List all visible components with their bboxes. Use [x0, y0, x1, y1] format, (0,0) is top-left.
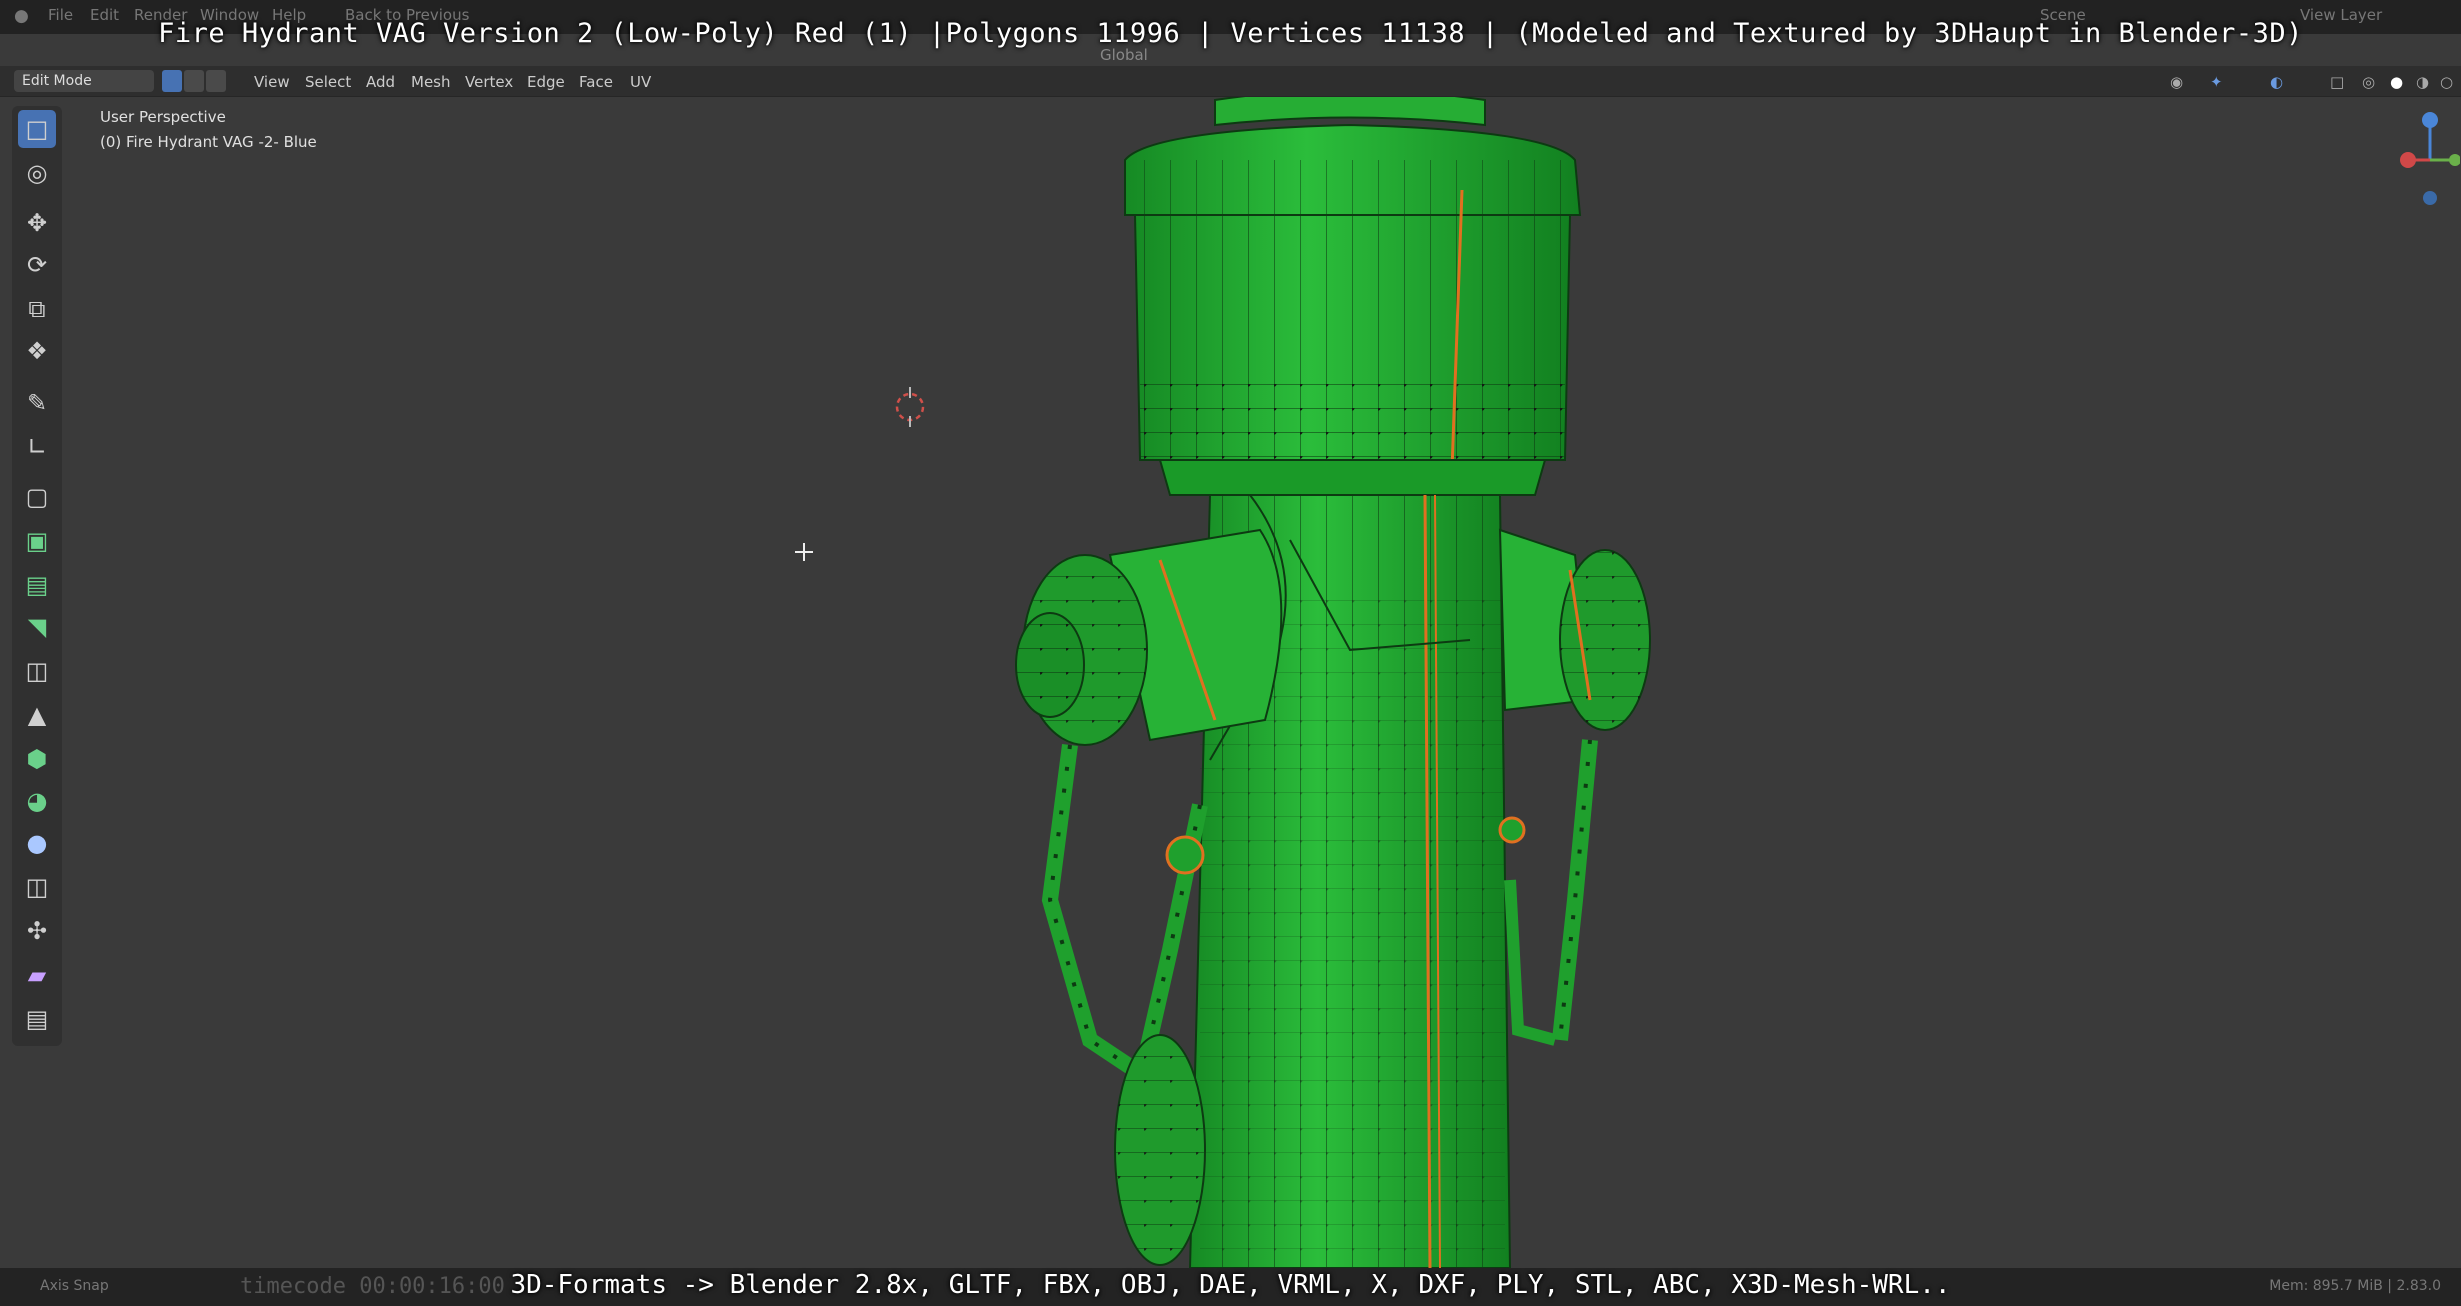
header-menu-view[interactable]: View [254, 73, 290, 91]
left-nozzle[interactable] [1015, 528, 1283, 746]
cursor-tool-icon[interactable]: ◎ [18, 154, 56, 192]
overlay-toggle-icon[interactable]: ◐ [2270, 73, 2283, 91]
title-overlay: Fire Hydrant VAG Version 2 (Low-Poly) Re… [158, 18, 2303, 49]
extrude-tool-icon[interactable]: ▣ [18, 522, 56, 560]
header-menu-mesh[interactable]: Mesh [411, 73, 451, 91]
viewport-header: Edit Mode View Select Add Mesh Vertex Ed… [0, 46, 2461, 97]
viewport-3d[interactable] [0, 97, 2461, 1268]
mode-label: Edit Mode [22, 73, 92, 89]
spin-tool-icon[interactable]: ◕ [18, 782, 56, 820]
scale-tool-icon[interactable]: ⧉ [18, 290, 56, 328]
3d-cursor-icon[interactable] [895, 387, 925, 427]
smooth-tool-icon[interactable]: ● [18, 824, 56, 862]
shrink-fatten-tool-icon[interactable]: ✣ [18, 912, 56, 950]
mouse-crosshair-icon [795, 543, 813, 561]
material-shading-icon[interactable]: ◑ [2416, 73, 2429, 91]
header-menu-vertex[interactable]: Vertex [465, 73, 513, 91]
object-name-label: (0) Fire Hydrant VAG -2- Blue [100, 133, 317, 151]
mode-selector[interactable]: Edit Mode [14, 70, 154, 92]
solid-shading-icon[interactable]: ● [2390, 73, 2403, 91]
perspective-label: User Perspective [100, 108, 226, 126]
rotate-tool-icon[interactable]: ⟳ [18, 246, 56, 284]
rip-tool-icon[interactable]: ▤ [18, 1000, 56, 1038]
knife-tool-icon[interactable]: ▲ [18, 696, 56, 734]
edge-select-mode-button[interactable] [184, 70, 204, 92]
header-menu-uv[interactable]: UV [630, 73, 651, 91]
formats-overlay: 3D-Formats -> Blender 2.8x, GLTF, FBX, O… [510, 1270, 1951, 1300]
shear-tool-icon[interactable]: ▰ [18, 956, 56, 994]
navigation-gizmo[interactable] [2400, 110, 2460, 210]
measure-tool-icon[interactable]: ∟ [18, 428, 56, 466]
header-menu-face[interactable]: Face [579, 73, 613, 91]
edge-slide-tool-icon[interactable]: ◫ [18, 868, 56, 906]
loop-cut-tool-icon[interactable]: ◫ [18, 652, 56, 690]
wireframe-shading-icon[interactable]: ◎ [2362, 73, 2375, 91]
bevel-tool-icon[interactable]: ◥ [18, 608, 56, 646]
right-nozzle[interactable] [1498, 528, 1651, 731]
header-menu-edge[interactable]: Edge [527, 73, 565, 91]
transform-tool-icon[interactable]: ❖ [18, 332, 56, 370]
annotate-tool-icon[interactable]: ✎ [18, 384, 56, 422]
hydrant-cap[interactable] [1124, 97, 1582, 496]
right-chain[interactable] [1498, 739, 1598, 1046]
tool-shelf: □ ◎ ✥ ⟳ ⧉ ❖ ✎ ∟ ▢ ▣ ▤ ◥ ◫ ▲ ⬢ ◕ ● ◫ ✣ ▰ … [12, 106, 62, 1046]
add-cube-tool-icon[interactable]: ▢ [18, 478, 56, 516]
vertex-select-mode-button[interactable] [162, 70, 182, 92]
header-menu-add[interactable]: Add [366, 73, 395, 91]
header-menu-select[interactable]: Select [305, 73, 351, 91]
inset-tool-icon[interactable]: ▤ [18, 566, 56, 604]
gizmo-toggle-icon[interactable]: ✦ [2210, 73, 2223, 91]
xray-icon[interactable]: □ [2330, 73, 2344, 91]
select-box-tool-icon[interactable]: □ [18, 110, 56, 148]
visibility-icon[interactable]: ◉ [2170, 73, 2183, 91]
face-select-mode-button[interactable] [206, 70, 226, 92]
poly-build-tool-icon[interactable]: ⬢ [18, 740, 56, 778]
move-tool-icon[interactable]: ✥ [18, 204, 56, 242]
rendered-shading-icon[interactable]: ○ [2440, 73, 2453, 91]
left-chain[interactable] [1041, 743, 1208, 1077]
lower-nozzle[interactable] [1114, 1034, 1206, 1266]
